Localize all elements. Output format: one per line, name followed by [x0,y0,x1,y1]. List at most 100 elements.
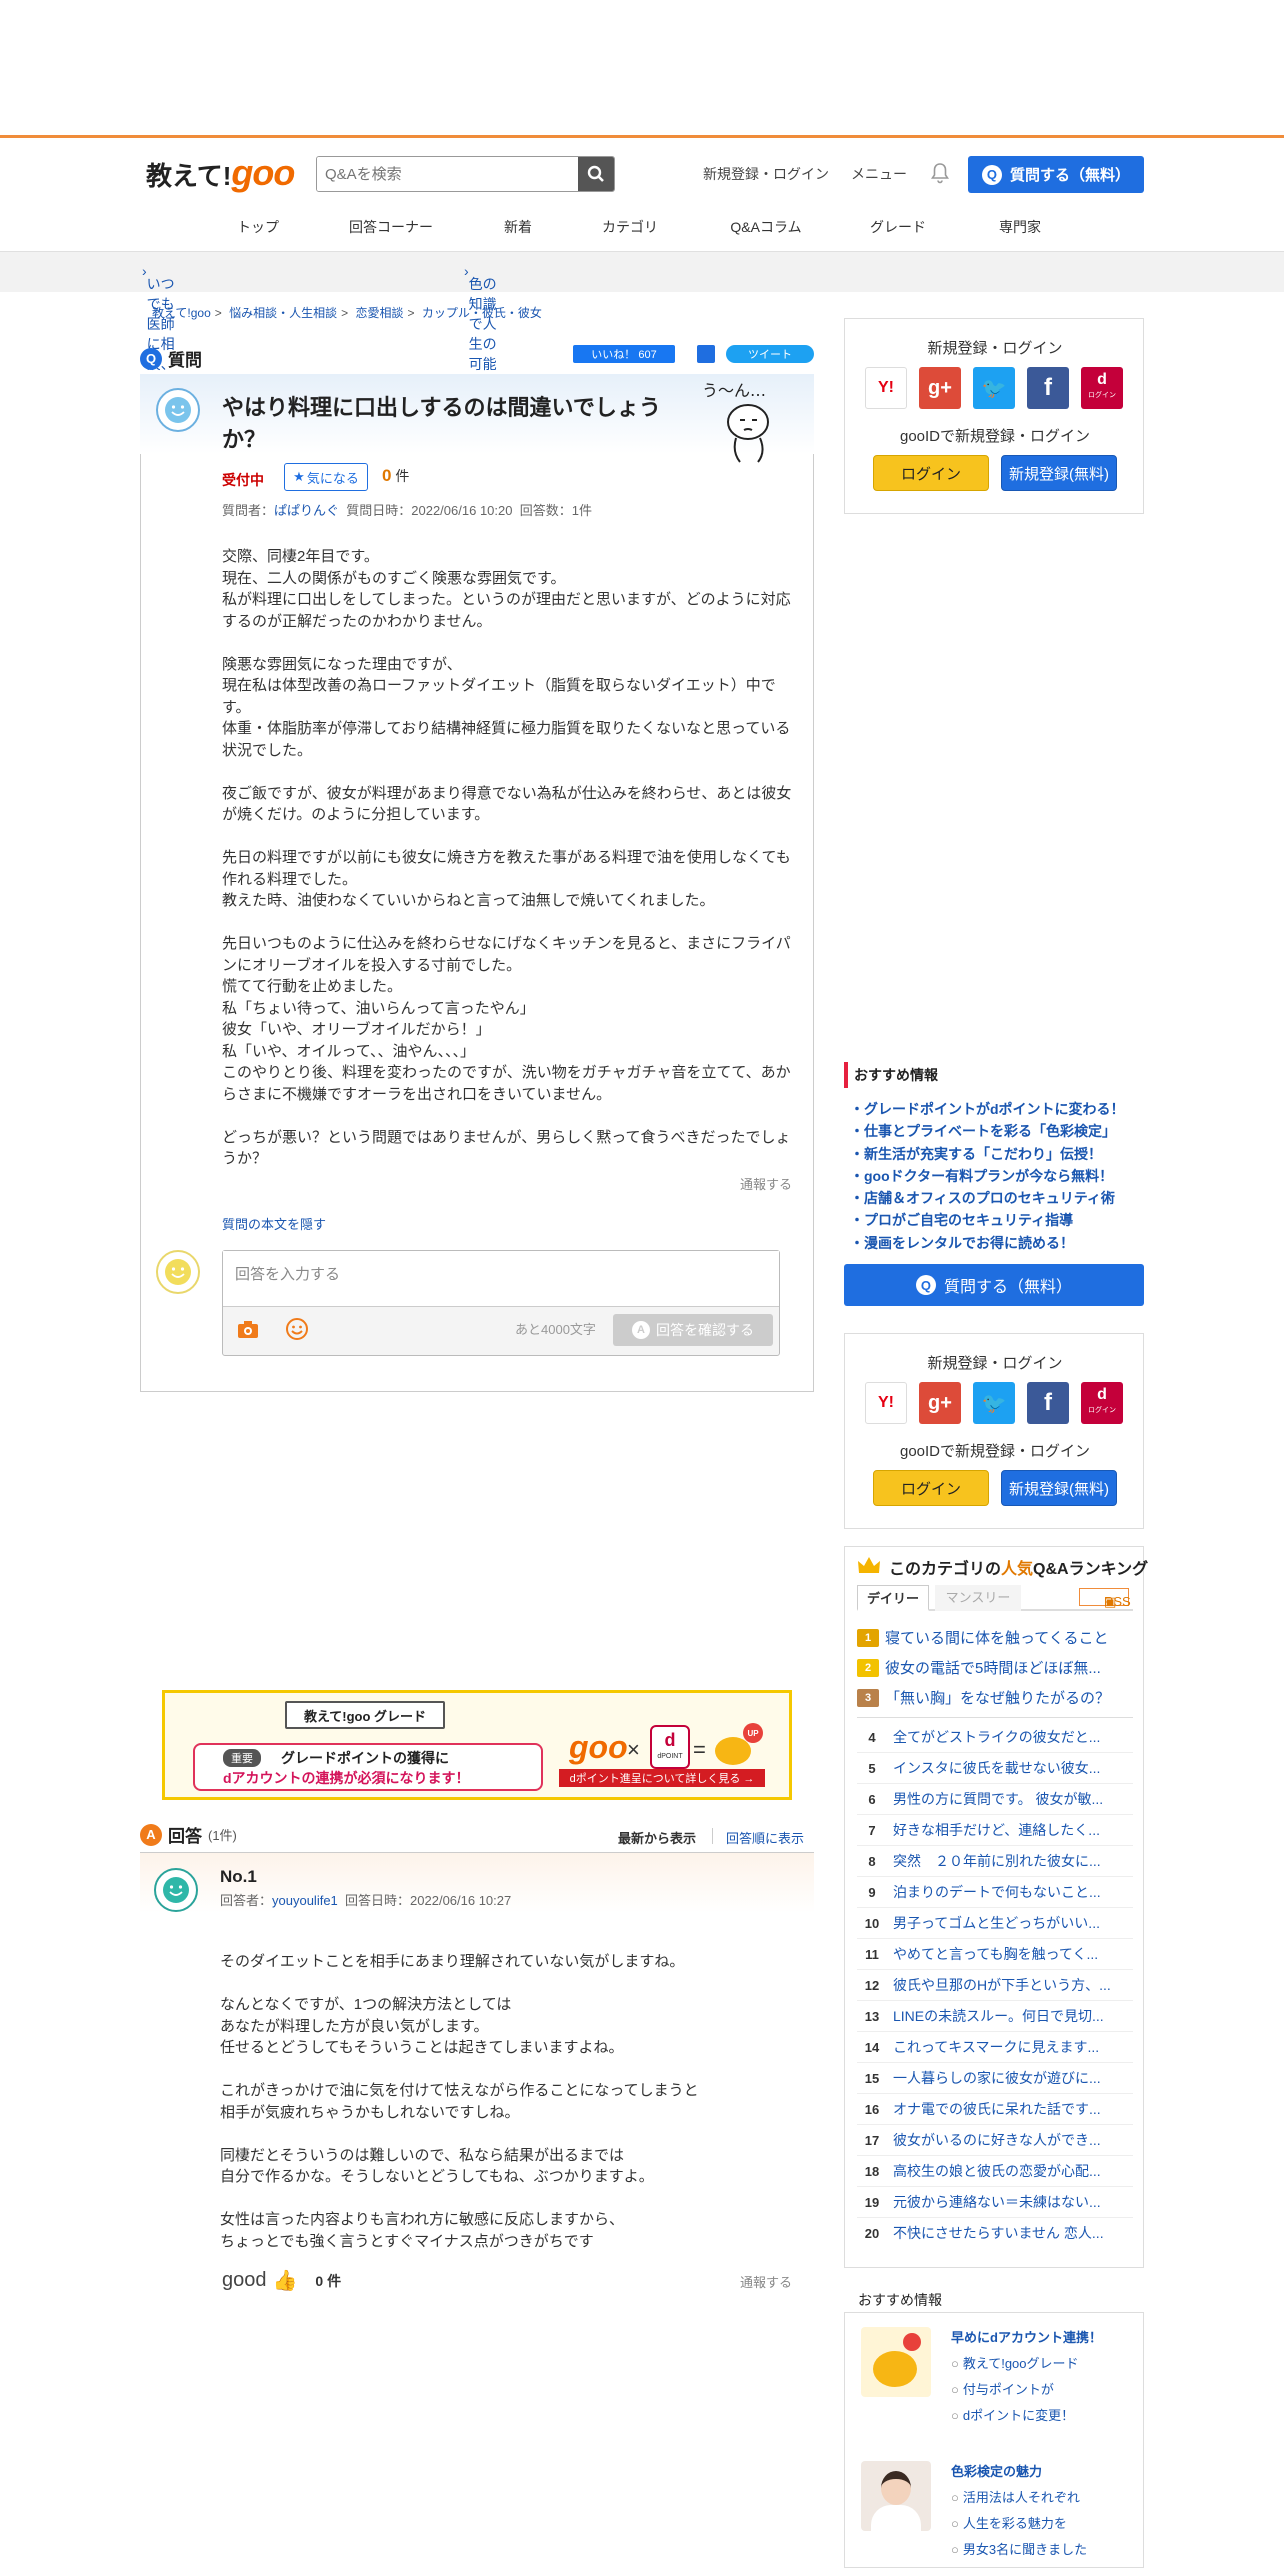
bell-icon[interactable] [930,162,950,184]
recommend2-line[interactable]: ○ 教えて!gooグレード [951,2353,1079,2372]
ranking-item[interactable]: 9 泊まりのデートで何もないこと... [857,1882,1137,1902]
recommend-item[interactable]: ・仕事とプライベートを彩る「色彩検定」 [844,1120,1144,1142]
google-login-icon[interactable]: g+ [919,367,961,409]
body-line: これがきっかけで油に気を付けて怯えながら作ることになってしまうと [220,2082,699,2099]
ranking-item[interactable]: 14 これってキスマークに見えます... [857,2037,1137,2057]
confirm-answer-button[interactable]: A 回答を確認する [613,1314,773,1346]
hide-body-link[interactable]: 質問の本文を隠す [222,1214,326,1233]
ranking-item[interactable]: 10 男子ってゴムと生どっちがいい... [857,1913,1137,1933]
ranking-item[interactable]: 20 不快にさせたらすいません 恋人... [857,2223,1137,2243]
signup-login-link[interactable]: 新規登録・ログイン [703,164,829,184]
ranking-item-label: 全てがどストライクの彼女だと... [893,1729,1101,1745]
ranking-item[interactable]: 4 全てがどストライクの彼女だと... [857,1727,1137,1747]
sidebar-ask-button[interactable]: Q 質問する（無料） [844,1264,1144,1306]
recommend2-heading[interactable]: 色彩検定の魅力 [951,2461,1042,2480]
search-input[interactable] [317,157,579,191]
body-line: 私「いや、オイルって、、油やん、、、」 [222,1042,476,1060]
recommend2-line[interactable]: ○ 付与ポイントが [951,2379,1054,2398]
breadcrumb-item[interactable]: 悩み相談・人生相談 [229,306,337,320]
recommend-item[interactable]: ・新生活が充実する「こだわり」伝授！ [844,1143,1144,1165]
ranking-item[interactable]: 12 彼氏や旦那のHが下手という方、... [857,1975,1137,1995]
promo-doctor-link[interactable]: › いつでも医師に相談、gooドクター [142,263,175,428]
tweet-button[interactable]: ツイート [726,345,814,363]
answer-textarea[interactable]: 回答を入力する [223,1251,779,1307]
recommend-item[interactable]: ・店舗＆オフィスのプロのセキュリティ術 [844,1187,1144,1209]
emoji-icon[interactable] [285,1317,309,1341]
nav-top[interactable]: トップ [218,210,298,252]
recommend2-heading[interactable]: 早めにdアカウント連携！ [951,2327,1102,2346]
menu-link[interactable]: メニュー [851,164,907,184]
yahoo-login-icon[interactable]: Y! [865,1382,907,1424]
recommend-item[interactable]: ・グレードポイントがdポイントに変わる！ [844,1098,1144,1120]
ranking-item[interactable]: 18 高校生の娘と彼氏の恋愛が心配... [857,2161,1137,2181]
body-line: 教えた時、油使わなくていいからねと言って油無しで焼いてくれました。 [222,892,715,909]
register-button[interactable]: 新規登録(無料) [1001,455,1117,491]
global-nav: トップ 回答コーナー 新着 カテゴリ Q&Aコラム グレード 専門家 [0,210,1284,252]
rss-button[interactable]: ▣ RSS [1079,1588,1131,1609]
ranking-item[interactable]: 5 インスタに彼氏を載せない彼女... [857,1758,1137,1778]
nav-new[interactable]: 新着 [478,210,558,252]
nav-expert[interactable]: 専門家 [980,210,1060,252]
docomo-login-icon[interactable]: d ログイン [1081,367,1123,409]
recommend-item[interactable]: ・gooドクター有料プランが今なら無料！ [844,1165,1144,1187]
nav-category[interactable]: カテゴリ [590,210,670,252]
ranking-item[interactable]: 7 好きな相手だけど、連絡したく... [857,1820,1137,1840]
facebook-login-icon[interactable]: f [1027,367,1069,409]
answer-meta: 回答者：youyoulife1 回答日時：2022/06/16 10:27 [220,1893,512,1908]
body-line: なんとなくですが、1つの解決方法としては [220,1996,512,2013]
recommend2-line[interactable]: ○ 活用法は人それぞれ [951,2487,1080,2506]
register-button[interactable]: 新規登録(無料) [1001,1470,1117,1506]
facebook-login-icon[interactable]: f [1027,1382,1069,1424]
recommend-item[interactable]: ・漫画をレンタルでお得に読める！ [844,1232,1144,1254]
grade-banner[interactable]: 教えて!goo グレード 重要 グレードポイントの獲得に dアカウントの連携が必… [162,1690,792,1800]
recommend2-line[interactable]: ○ 男女3名に聞きました [951,2539,1087,2558]
nav-qa-column[interactable]: Q&Aコラム [716,210,816,252]
ranking-item[interactable]: 15 一人暮らしの家に彼女が遊びに... [857,2068,1137,2088]
report-link[interactable]: 通報する [740,1174,792,1193]
google-login-icon[interactable]: g+ [919,1382,961,1424]
promo-color-link[interactable]: › 色の知識で人生の可能性が広がる！みんなに役立つ色彩検定 >> [464,263,497,570]
facebook-like-button[interactable]: いいね！ 607 [573,345,675,363]
ranking-item[interactable]: 16 オナ電での彼氏に呆れた話です... [857,2099,1137,2119]
login-button[interactable]: ログイン [873,1470,989,1506]
ranking-item[interactable]: 17 彼女がいるのに好きな人ができ... [857,2130,1137,2150]
tab-monthly[interactable]: マンスリー [935,1585,1021,1611]
sort-by-order[interactable]: 回答順に表示 [726,1828,804,1847]
breadcrumb-item[interactable]: カップル・彼氏・彼女 [422,306,542,320]
dpoint-detail-button[interactable]: dポイント進呈について詳しく見る → [559,1769,765,1787]
tab-daily[interactable]: デイリー [857,1585,929,1611]
ranking-item[interactable]: 8 突然 ２０年前に別れた彼女に... [857,1851,1137,1871]
ranking-item[interactable]: 13 LINEの未読スルー。何日で見切... [857,2006,1137,2026]
answer-report-link[interactable]: 通報する [740,2272,792,2291]
answerer-link[interactable]: youyoulife1 [272,1893,338,1908]
ranking-item-3[interactable]: 3 「無い胸」をなぜ触りたがるの？ [857,1687,1127,1708]
ranking-item[interactable]: 6 男性の方に質問です。 彼女が敏... [857,1789,1137,1809]
good-button[interactable]: good 👍 0 件 [222,2268,341,2293]
ask-question-button[interactable]: Q 質問する（無料） [968,156,1144,193]
recommend2-line[interactable]: ○ dポイントに変更！ [951,2405,1074,2424]
recommend2-line[interactable]: ○ 人生を彩る魅力を [951,2513,1067,2532]
camera-icon[interactable] [237,1319,259,1339]
ranking-item[interactable]: 19 元彼から連絡ない＝未練はない... [857,2192,1137,2212]
nav-answer-corner[interactable]: 回答コーナー [336,210,446,252]
nav-grade[interactable]: グレード [858,210,938,252]
breadcrumb-item[interactable]: 教えて!goo [152,306,211,320]
login-button[interactable]: ログイン [873,455,989,491]
site-logo[interactable]: 教えて!goo [146,152,295,194]
asker-link[interactable]: ぱぱりんぐ [274,503,339,518]
yahoo-login-icon[interactable]: Y! [865,367,907,409]
top-ad-area [0,0,1284,138]
docomo-login-icon[interactable]: d ログイン [1081,1382,1123,1424]
bookmark-icon[interactable] [697,345,715,363]
twitter-login-icon[interactable]: 🐦 [973,1382,1015,1424]
kininaru-button[interactable]: ★ 気になる [284,463,368,491]
body-line [222,826,796,848]
recommend-item[interactable]: ・プロがご自宅のセキュリティ指導 [844,1209,1144,1231]
sort-newest[interactable]: 最新から表示 [618,1828,696,1847]
ranking-item-2[interactable]: 2 彼女の電話で5時間ほどほぼ無... [857,1657,1127,1678]
twitter-login-icon[interactable]: 🐦 [973,367,1015,409]
ranking-item-1[interactable]: 1 寝ている間に体を触ってくること [857,1627,1127,1648]
breadcrumb-item[interactable]: 恋愛相談 [356,306,404,320]
ranking-item[interactable]: 11 やめてと言っても胸を触ってく... [857,1944,1137,1964]
search-button[interactable] [578,157,614,191]
